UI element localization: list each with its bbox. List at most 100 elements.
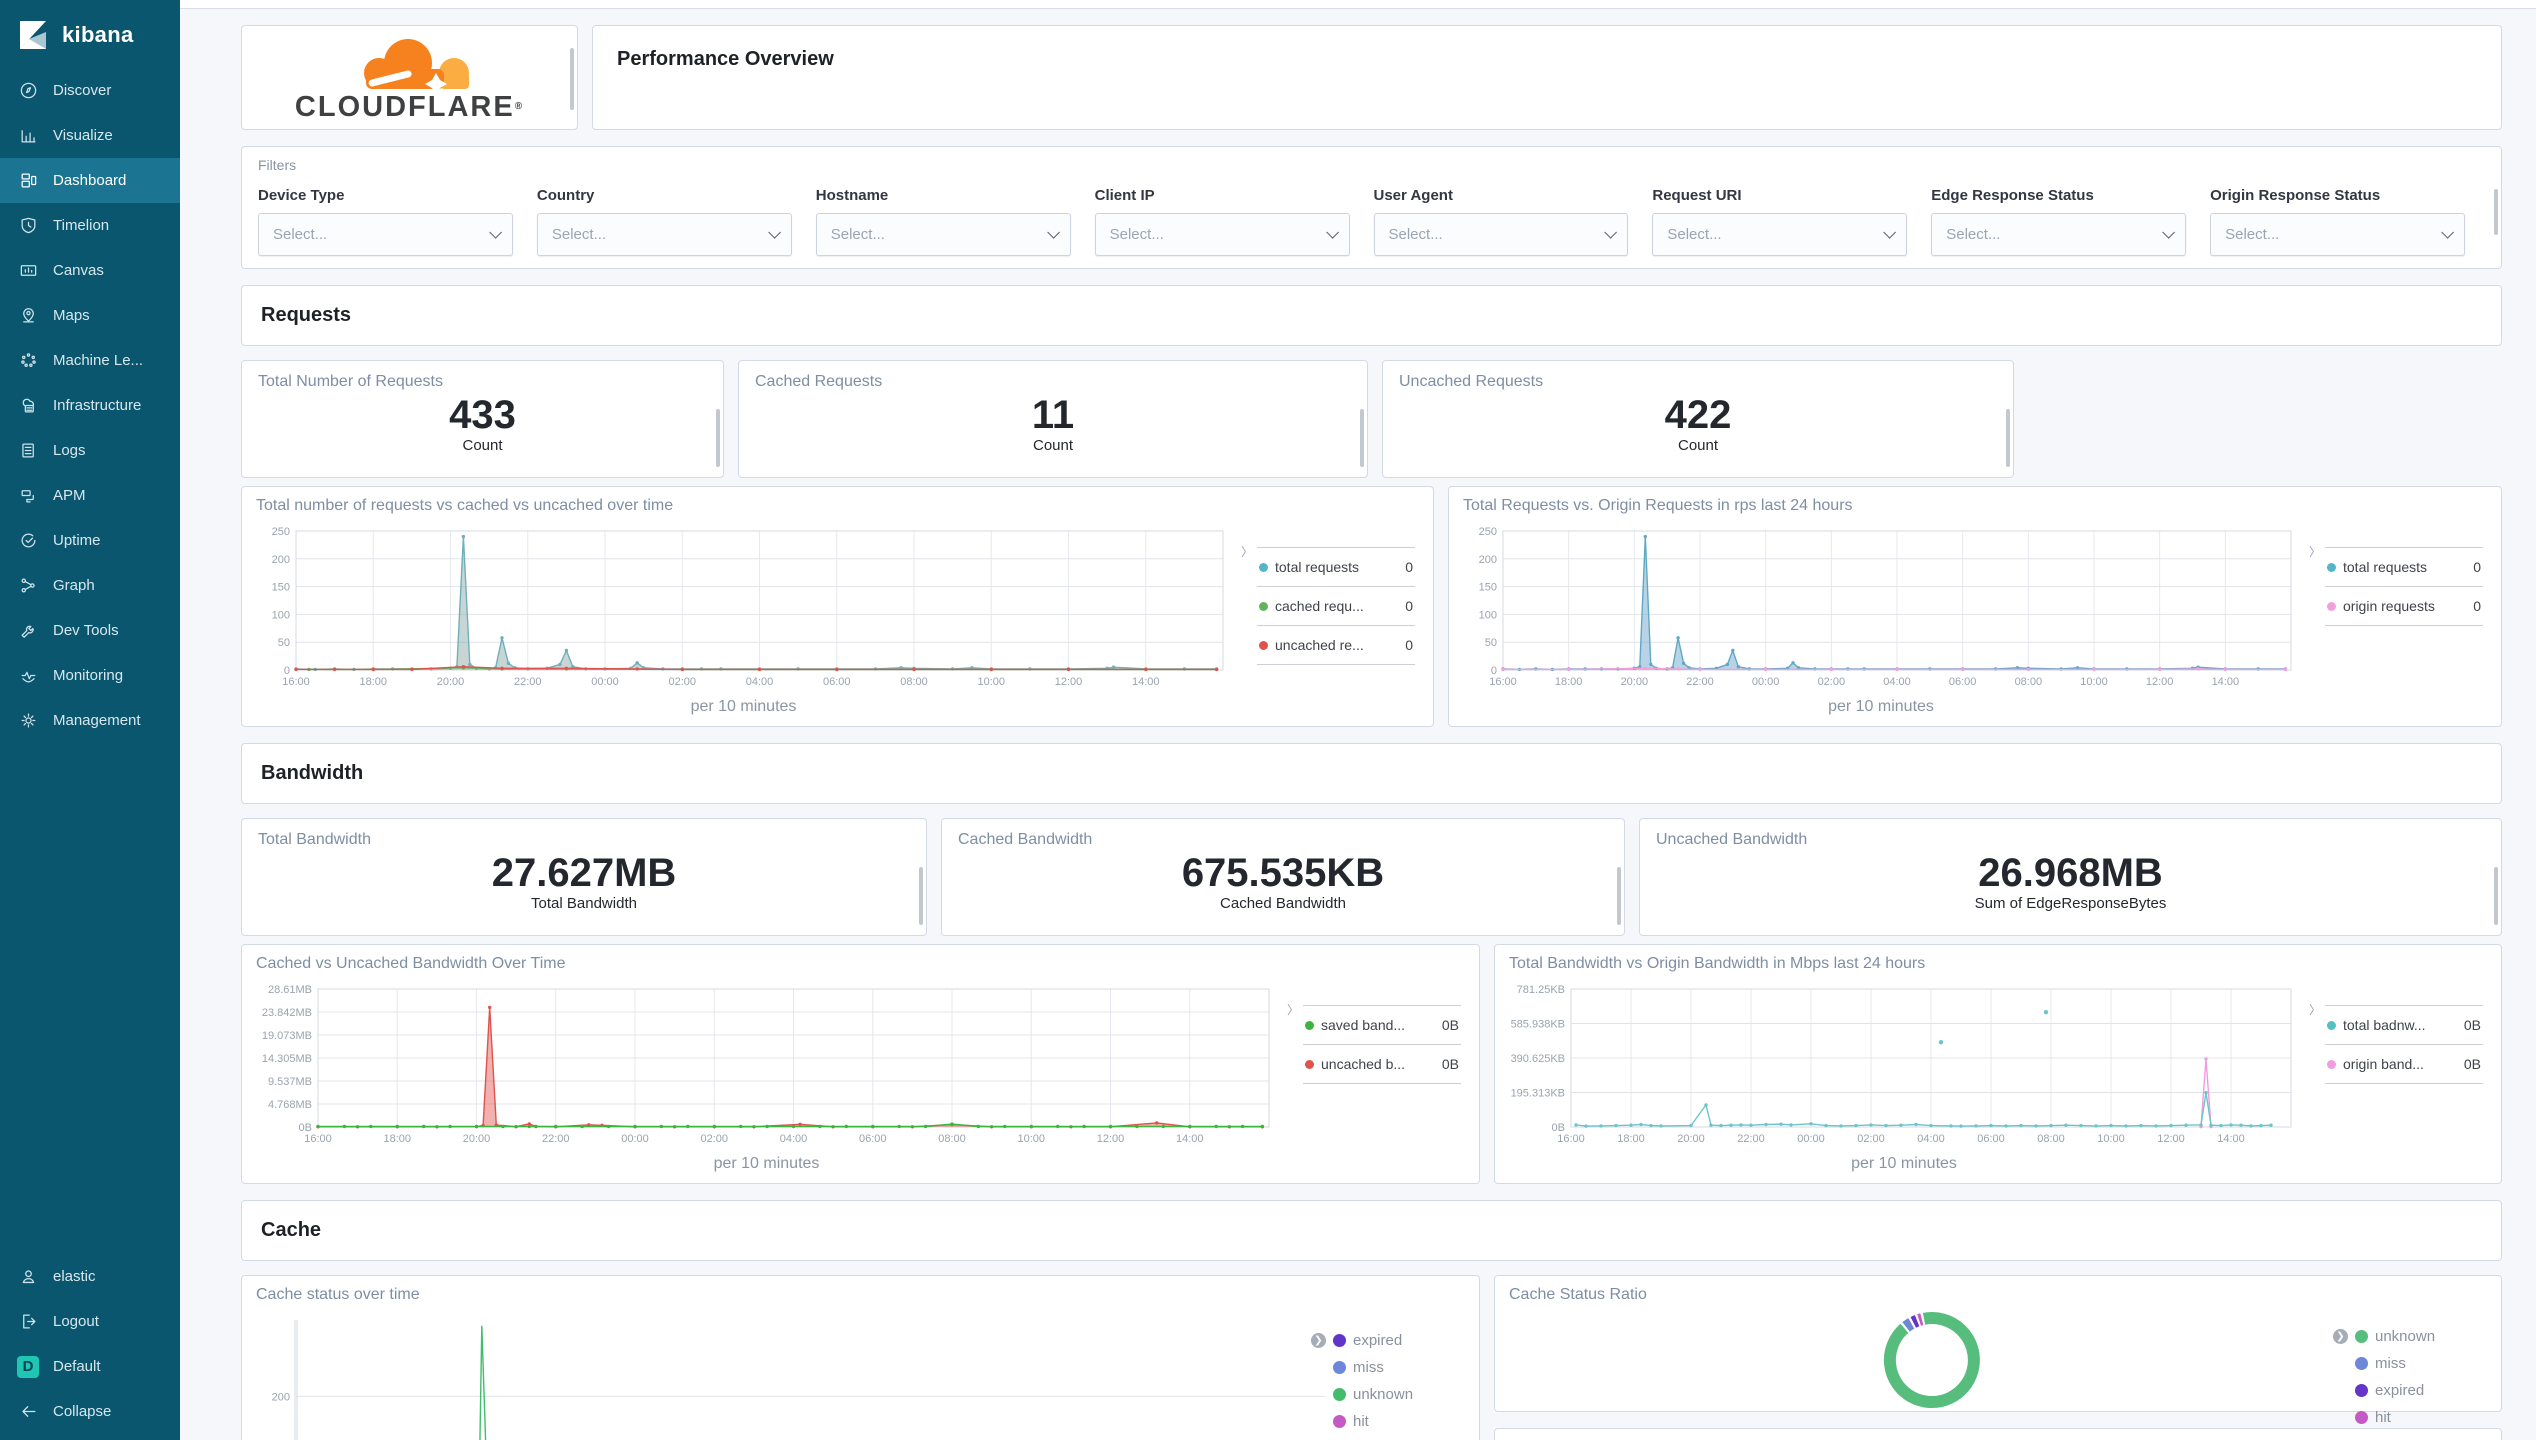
chart-legend: 〉 total requests 0 origin requests 0 bbox=[2309, 545, 2483, 718]
dots-cluster-icon bbox=[17, 351, 39, 370]
cached-vs-uncached-bandwidth-plot: 16:00 18:00 20:00 22:00 00:00 02:00 04:00 06:00… bbox=[262, 984, 1270, 1145]
sidebar-item-apm[interactable]: APM bbox=[0, 473, 180, 518]
hostname-select[interactable]: Select... bbox=[815, 213, 1071, 256]
svg-text:14:00: 14:00 bbox=[2212, 676, 2240, 688]
check-circle-icon bbox=[17, 531, 39, 550]
legend-toggle-icon[interactable]: ❯ bbox=[1311, 1333, 1326, 1348]
x-axis-label: per 10 minutes bbox=[1851, 1155, 1957, 1172]
svg-text:00:00: 00:00 bbox=[591, 676, 619, 688]
sidebar-item-management[interactable]: Management bbox=[0, 698, 180, 743]
sidebar-item-graph[interactable]: Graph bbox=[0, 563, 180, 608]
filter-edge-response-status: Edge Response Status Select... bbox=[1931, 187, 2187, 256]
panel-scrollbar[interactable] bbox=[716, 409, 720, 467]
legend-item[interactable]: ❯ expired bbox=[1311, 1332, 1465, 1349]
svg-text:14:00: 14:00 bbox=[2217, 1133, 2245, 1145]
filters-row: Device Type Select... Country Select... … bbox=[258, 187, 2483, 256]
svg-text:12:00: 12:00 bbox=[2146, 676, 2174, 688]
panel-scrollbar[interactable] bbox=[2494, 189, 2498, 235]
legend-item[interactable]: saved band... 0B bbox=[1303, 1005, 1461, 1044]
svg-text:02:00: 02:00 bbox=[1857, 1133, 1885, 1145]
svg-text:0B: 0B bbox=[299, 1122, 312, 1134]
legend-item[interactable]: hit bbox=[2355, 1409, 2487, 1426]
sidebar-item-machine-learning[interactable]: Machine Le... bbox=[0, 338, 180, 383]
sidebar-item-uptime[interactable]: Uptime bbox=[0, 518, 180, 563]
panel-scrollbar[interactable] bbox=[1360, 409, 1364, 467]
legend-item[interactable]: hit bbox=[1333, 1413, 1465, 1430]
sidebar-item-discover[interactable]: Discover bbox=[0, 68, 180, 113]
sidebar-item-label: Default bbox=[53, 1358, 101, 1375]
legend-item[interactable]: origin requests 0 bbox=[2325, 586, 2483, 626]
svg-text:02:00: 02:00 bbox=[1818, 676, 1846, 688]
sidebar-item-default-space[interactable]: D Default bbox=[0, 1344, 180, 1389]
svg-text:00:00: 00:00 bbox=[1752, 676, 1780, 688]
sidebar-item-logs[interactable]: Logs bbox=[0, 428, 180, 473]
sidebar-item-maps[interactable]: Maps bbox=[0, 293, 180, 338]
filter-label: Device Type bbox=[258, 187, 345, 204]
sidebar-item-visualize[interactable]: Visualize bbox=[0, 113, 180, 158]
metric-caption: Count bbox=[462, 437, 503, 454]
compass-icon bbox=[17, 81, 39, 100]
legend-item[interactable]: total badnw... 0B bbox=[2325, 1005, 2483, 1044]
wrench-icon bbox=[17, 621, 39, 640]
filters-title: Filters bbox=[258, 157, 297, 173]
legend-item[interactable]: miss bbox=[2355, 1355, 2487, 1372]
legend-item[interactable]: ❯ unknown bbox=[2333, 1328, 2487, 1345]
kibana-logo[interactable]: kibana bbox=[0, 0, 180, 68]
sidebar-item-logout[interactable]: Logout bbox=[0, 1299, 180, 1344]
svg-text:04:00: 04:00 bbox=[746, 676, 774, 688]
svg-text:14.305MB: 14.305MB bbox=[262, 1053, 312, 1065]
sidebar-item-canvas[interactable]: Canvas bbox=[0, 248, 180, 293]
legend-item[interactable]: unknown bbox=[1333, 1386, 1465, 1403]
legend-toggle-icon[interactable]: 〉 bbox=[1287, 1001, 1299, 1018]
sidebar-item-label: Collapse bbox=[53, 1403, 112, 1420]
legend-toggle-icon[interactable]: ❯ bbox=[2333, 1329, 2348, 1344]
legend-item[interactable]: uncached re... 0 bbox=[1257, 625, 1415, 665]
legend-item[interactable]: total requests 0 bbox=[1257, 547, 1415, 586]
request-uri-select[interactable]: Select... bbox=[1652, 213, 1908, 256]
panel-scrollbar[interactable] bbox=[2494, 867, 2498, 925]
legend-item[interactable]: origin band... 0B bbox=[2325, 1044, 2483, 1084]
sidebar-item-dev-tools[interactable]: Dev Tools bbox=[0, 608, 180, 653]
filter-label: Request URI bbox=[1652, 187, 1742, 204]
bar-chart-icon bbox=[17, 126, 39, 145]
metric-value: 27.627MB bbox=[491, 851, 677, 895]
edge-response-status-select[interactable]: Select... bbox=[1931, 213, 2187, 256]
heartbeat-icon bbox=[17, 666, 39, 685]
legend-toggle-icon[interactable]: 〉 bbox=[2309, 1001, 2321, 1018]
panel-scrollbar[interactable] bbox=[570, 48, 574, 110]
user-agent-select[interactable]: Select... bbox=[1373, 213, 1629, 256]
sidebar-item-timelion[interactable]: Timelion bbox=[0, 203, 180, 248]
legend-toggle-icon[interactable]: 〉 bbox=[1241, 543, 1253, 560]
cache-section-header: Cache bbox=[241, 1200, 2502, 1261]
svg-text:16:00: 16:00 bbox=[1489, 676, 1517, 688]
sidebar-item-monitoring[interactable]: Monitoring bbox=[0, 653, 180, 698]
svg-text:18:00: 18:00 bbox=[1555, 676, 1583, 688]
chart-legend: 〉 total requests 0 cached requ... 0 uncach… bbox=[1241, 545, 1415, 718]
cloudflare-cloud-icon bbox=[364, 38, 470, 93]
sidebar-item-label: Machine Le... bbox=[53, 352, 144, 369]
section-title: Bandwidth bbox=[261, 762, 364, 784]
legend-item[interactable]: uncached b... 0B bbox=[1303, 1044, 1461, 1084]
filter-country: Country Select... bbox=[536, 187, 792, 256]
panel-scrollbar[interactable] bbox=[1617, 867, 1621, 925]
sidebar-item-user-elastic[interactable]: elastic bbox=[0, 1254, 180, 1299]
legend-item[interactable]: cached requ... 0 bbox=[1257, 586, 1415, 625]
sidebar-item-collapse[interactable]: Collapse bbox=[0, 1389, 180, 1434]
legend-toggle-icon[interactable]: 〉 bbox=[2309, 543, 2321, 560]
country-select[interactable]: Select... bbox=[536, 213, 792, 256]
cache-status-plot: 050100150200Count bbox=[272, 1320, 1325, 1440]
device-type-select[interactable]: Select... bbox=[258, 213, 513, 256]
svg-text:04:00: 04:00 bbox=[780, 1133, 808, 1145]
sidebar-item-dashboard[interactable]: Dashboard bbox=[0, 158, 180, 203]
panel-scrollbar[interactable] bbox=[919, 867, 923, 925]
client-ip-select[interactable]: Select... bbox=[1094, 213, 1350, 256]
svg-text:22:00: 22:00 bbox=[1737, 1133, 1765, 1145]
map-pin-icon bbox=[17, 306, 39, 325]
legend-item[interactable]: miss bbox=[1333, 1359, 1465, 1376]
sidebar-item-infrastructure[interactable]: Infrastructure bbox=[0, 383, 180, 428]
legend-item[interactable]: expired bbox=[2355, 1382, 2487, 1399]
origin-response-status-select[interactable]: Select... bbox=[2210, 213, 2465, 256]
cache-status-ratio-donut bbox=[1883, 1312, 1980, 1409]
panel-scrollbar[interactable] bbox=[2006, 409, 2010, 467]
legend-item[interactable]: total requests 0 bbox=[2325, 547, 2483, 586]
